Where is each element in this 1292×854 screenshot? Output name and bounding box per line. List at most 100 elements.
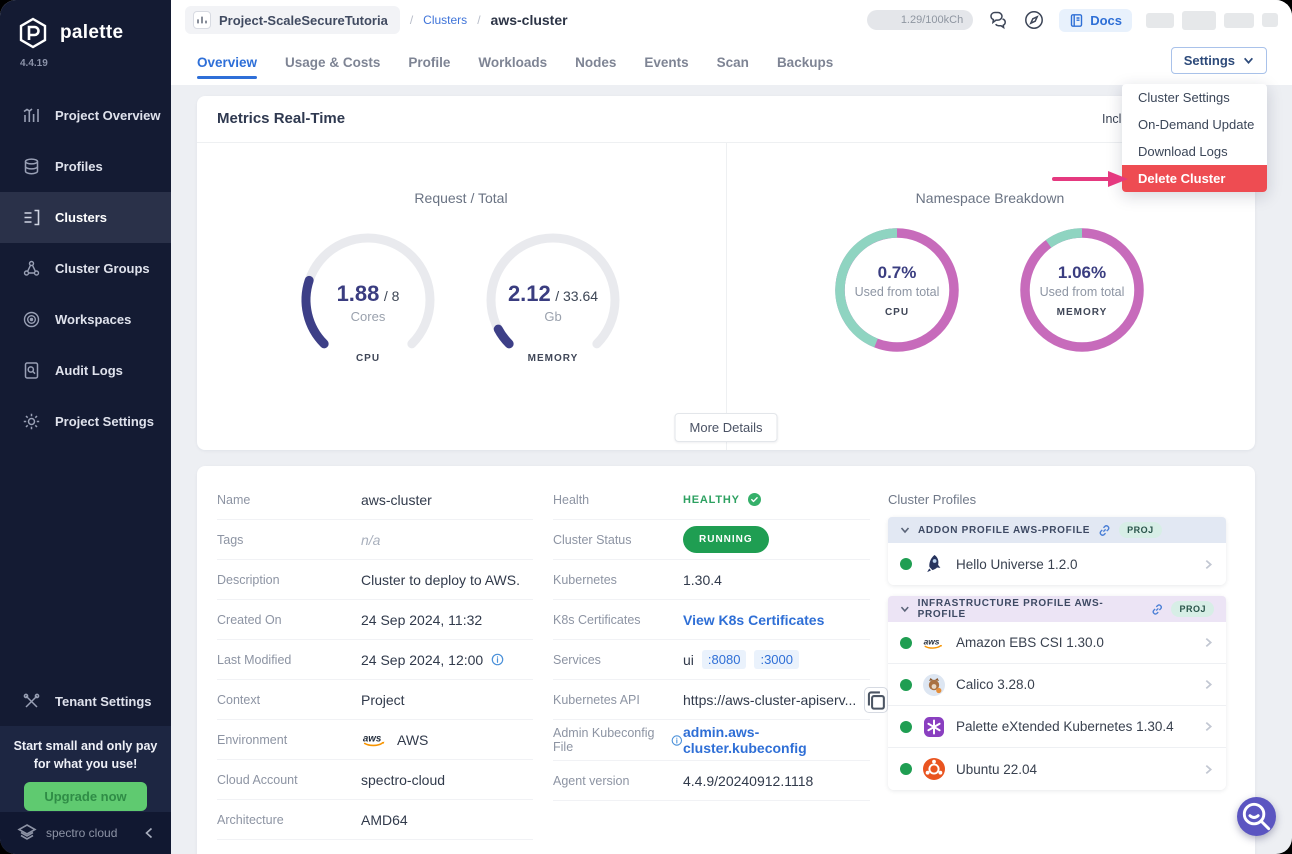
menu-item-on-demand-update[interactable]: On-Demand Update	[1122, 111, 1267, 138]
detail-label-text: Last Modified	[217, 653, 291, 667]
version-label: 4.4.19	[0, 50, 171, 69]
profile-item-hello-universe-1-2-0[interactable]: Hello Universe 1.2.0	[888, 543, 1226, 585]
profile-group-title: ADDON PROFILE AWS-PROFILE	[918, 525, 1090, 536]
top-right-controls: 1.29/100kCh Docs	[867, 0, 1278, 40]
api-url-text: https://aws-cluster-apiserv...	[683, 692, 856, 708]
detail-label-text: Created On	[217, 613, 282, 627]
cpu-gauge: 1.88 / 8 Cores CPU	[298, 230, 438, 370]
cpu-gauge-unit: Cores	[351, 309, 386, 324]
upgrade-now-button[interactable]: Upgrade now	[24, 782, 146, 811]
service-name: ui	[683, 652, 694, 668]
tab-backups[interactable]: Backups	[777, 43, 833, 82]
compass-icon[interactable]	[1023, 9, 1045, 31]
details-column-left: Nameaws-clusterTagsn/aDescriptionCluster…	[217, 480, 533, 840]
layers-icon	[22, 157, 41, 176]
service-port-link[interactable]: :3000	[754, 650, 799, 669]
project-scope-pill[interactable]: Project-ScaleSecureTutoria	[185, 6, 400, 34]
profile-group-header[interactable]: ADDON PROFILE AWS-PROFILEPROJ	[888, 517, 1226, 543]
help-search-button[interactable]	[1237, 797, 1276, 836]
sidebar-item-project-overview[interactable]: Project Overview	[0, 90, 171, 141]
tab-scan[interactable]: Scan	[717, 43, 749, 82]
cluster-details-card: Nameaws-clusterTagsn/aDescriptionCluster…	[197, 466, 1255, 854]
more-details-button[interactable]: More Details	[675, 413, 778, 442]
scope-badge: PROJ	[1171, 601, 1214, 617]
sidebar-item-workspaces[interactable]: Workspaces	[0, 294, 171, 345]
doc-search-icon	[22, 361, 41, 380]
profile-item-amazon-ebs-csi-1-30-0[interactable]: awsAmazon EBS CSI 1.30.0	[888, 622, 1226, 664]
metrics-card: Metrics Real-Time Incl Request / Total N…	[197, 96, 1255, 450]
sidebar-item-label: Project Overview	[55, 108, 161, 123]
settings-button[interactable]: Settings	[1171, 47, 1267, 74]
gear-icon	[22, 412, 41, 431]
profile-group-header[interactable]: INFRASTRUCTURE PROFILE AWS-PROFILEPROJ	[888, 596, 1226, 622]
menu-item-download-logs[interactable]: Download Logs	[1122, 138, 1267, 165]
detail-value-text: AWS	[397, 732, 428, 748]
menu-item-delete-cluster[interactable]: Delete Cluster	[1122, 165, 1267, 192]
top-bar: Project-ScaleSecureTutoria / Clusters / …	[171, 0, 1292, 85]
sidebar-item-project-settings[interactable]: Project Settings	[0, 396, 171, 447]
chat-icon[interactable]	[987, 9, 1009, 31]
sidebar-item-clusters[interactable]: Clusters	[0, 192, 171, 243]
collapse-sidebar-icon[interactable]	[143, 827, 155, 839]
tab-usage-costs[interactable]: Usage & Costs	[285, 43, 380, 82]
detail-row-health: HealthHEALTHY	[553, 480, 870, 520]
ubuntu-icon	[922, 757, 946, 781]
detail-row-architecture: ArchitectureAMD64	[217, 800, 533, 840]
promo-line-2: for what you use!	[0, 756, 171, 774]
info-icon[interactable]	[491, 653, 504, 666]
detail-label: Health	[553, 493, 683, 507]
menu-item-cluster-settings[interactable]: Cluster Settings	[1122, 84, 1267, 111]
docs-button[interactable]: Docs	[1059, 9, 1132, 32]
breadcrumb-clusters-link[interactable]: Clusters	[423, 13, 467, 27]
breadcrumb-separator: /	[410, 13, 413, 27]
detail-label: Context	[217, 693, 361, 707]
profile-item-name: Ubuntu 22.04	[956, 762, 1037, 777]
detail-label: Environment	[217, 733, 361, 747]
profile-item-palette-extended-kubernetes-1-30-4[interactable]: Palette eXtended Kubernetes 1.30.4	[888, 706, 1226, 748]
cpu-donut-label: CPU	[885, 307, 909, 318]
palette-logo-icon	[16, 16, 50, 50]
tab-nodes[interactable]: Nodes	[575, 43, 616, 82]
profile-item-calico-3-28-0[interactable]: Calico 3.28.0	[888, 664, 1226, 706]
details-column-middle: HealthHEALTHYCluster StatusRUNNINGKubern…	[553, 480, 870, 801]
detail-label-text: Admin Kubeconfig File	[553, 726, 665, 754]
copy-button[interactable]	[864, 687, 888, 713]
footer-brand-label: spectro cloud	[46, 826, 117, 840]
sidebar-item-profiles[interactable]: Profiles	[0, 141, 171, 192]
chev-right-icon	[1203, 559, 1214, 570]
detail-value-text: 1.30.4	[683, 572, 722, 588]
info-icon[interactable]	[671, 734, 683, 747]
memory-donut-label: MEMORY	[1057, 307, 1108, 318]
sidebar-item-tenant-settings[interactable]: Tenant Settings	[0, 676, 171, 726]
detail-row-description: DescriptionCluster to deploy to AWS.	[217, 560, 533, 600]
detail-value: admin.aws-cluster.kubeconfig	[683, 724, 870, 756]
profile-item-name: Palette eXtended Kubernetes 1.30.4	[956, 719, 1174, 734]
detail-row-cloud-account: Cloud Accountspectro-cloud	[217, 760, 533, 800]
tools-icon	[22, 692, 41, 711]
usage-credits-pill: 1.29/100kCh	[867, 10, 973, 30]
detail-row-environment: EnvironmentawsAWS	[217, 720, 533, 760]
detail-link[interactable]: admin.aws-cluster.kubeconfig	[683, 724, 870, 756]
tab-events[interactable]: Events	[644, 43, 688, 82]
detail-label-text: Services	[553, 653, 601, 667]
service-port-link[interactable]: :8080	[702, 650, 747, 669]
sidebar-item-audit-logs[interactable]: Audit Logs	[0, 345, 171, 396]
detail-label-text: Name	[217, 493, 250, 507]
detail-label: Tags	[217, 533, 361, 547]
profile-item-ubuntu-22-04[interactable]: Ubuntu 22.04	[888, 748, 1226, 790]
chev-right-icon	[1203, 679, 1214, 690]
tab-profile[interactable]: Profile	[408, 43, 450, 82]
upgrade-promo: Start small and only pay for what you us…	[0, 726, 171, 812]
profile-group: INFRASTRUCTURE PROFILE AWS-PROFILEPROJaw…	[888, 596, 1226, 790]
detail-value-text: spectro-cloud	[361, 772, 445, 788]
memory-gauge-unit: Gb	[544, 309, 561, 324]
sidebar-item-cluster-groups[interactable]: Cluster Groups	[0, 243, 171, 294]
tab-workloads[interactable]: Workloads	[478, 43, 547, 82]
detail-row-last-modified: Last Modified24 Sep 2024, 12:00	[217, 640, 533, 680]
detail-label-text: Description	[217, 573, 280, 587]
detail-value: spectro-cloud	[361, 772, 533, 788]
detail-link[interactable]: View K8s Certificates	[683, 612, 824, 628]
memory-gauge: 2.12 / 33.64 Gb MEMORY	[483, 230, 623, 370]
detail-label-text: Architecture	[217, 813, 284, 827]
tab-overview[interactable]: Overview	[197, 43, 257, 82]
